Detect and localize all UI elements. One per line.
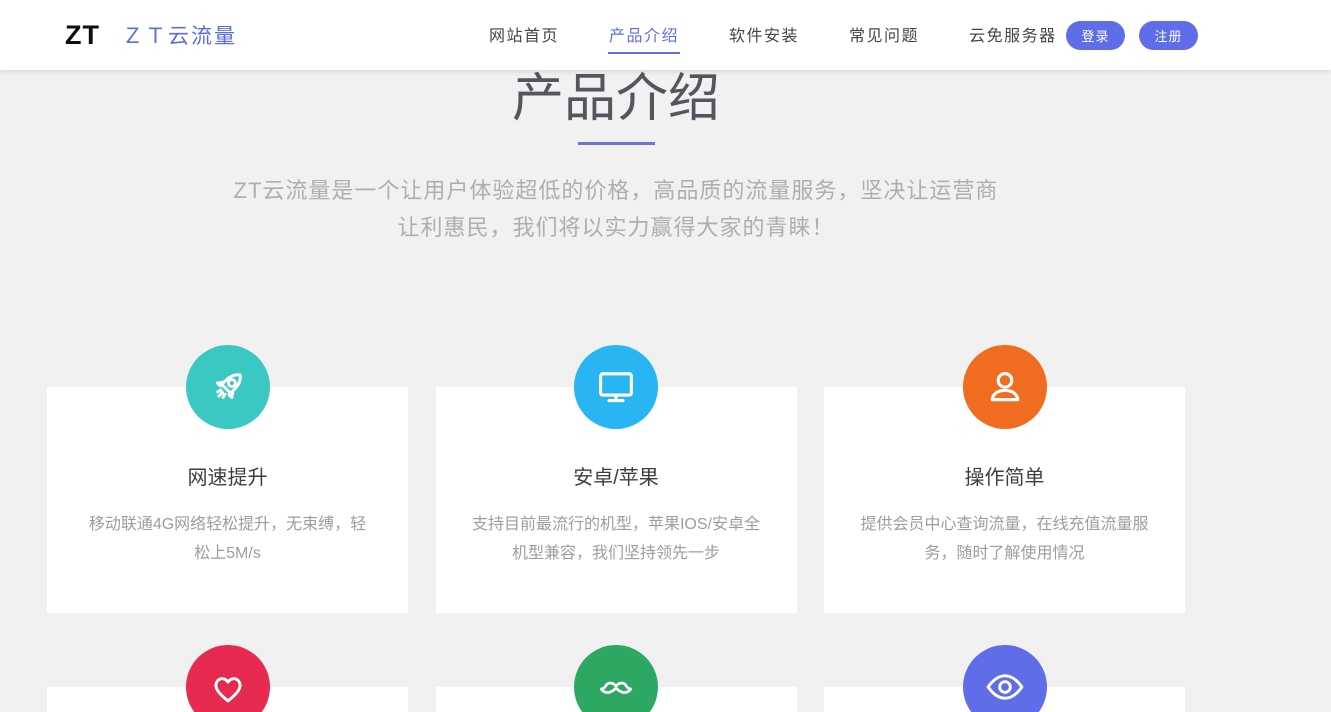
feature-description: 移动联通4G网络轻松提升，无束缚，轻松上5M/s <box>83 510 372 568</box>
feature-card <box>436 687 797 712</box>
feature-card <box>47 687 408 712</box>
user-icon <box>983 365 1027 409</box>
feature-icon-circle <box>963 645 1047 712</box>
nav-link-0[interactable]: 网站首页 <box>488 16 560 54</box>
features-row-2 <box>47 687 1185 712</box>
features-row-1: 网速提升移动联通4G网络轻松提升，无束缚，轻松上5M/s安卓/苹果支持目前最流行… <box>47 387 1185 613</box>
brand-logo: ZT <box>65 20 100 51</box>
hero-description: ZT云流量是一个让用户体验超低的价格，高品质的流量服务，坚决让运营商让利惠民，我… <box>226 172 1006 246</box>
navbar: ZT ＺＴ云流量 网站首页 产品介绍 软件安装 常见问题 云免服务器 登录 注册 <box>0 0 1331 70</box>
feature-icon-circle <box>574 645 658 712</box>
nav-link-3[interactable]: 常见问题 <box>848 16 920 54</box>
title-divider <box>578 142 655 145</box>
feature-card <box>824 687 1185 712</box>
nav-link-4[interactable]: 云免服务器 <box>968 16 1058 54</box>
feature-card: 操作简单提供会员中心查询流量，在线充值流量服务，随时了解使用情况 <box>824 387 1185 613</box>
brand[interactable]: ZT ＺＴ云流量 <box>65 0 237 70</box>
nav-link-2[interactable]: 软件安装 <box>728 16 800 54</box>
feature-icon-circle <box>574 345 658 429</box>
login-button[interactable]: 登录 <box>1066 21 1125 50</box>
page: 产品介绍 ZT云流量是一个让用户体验超低的价格，高品质的流量服务，坚决让运营商让… <box>0 0 1331 712</box>
eye-icon <box>983 665 1027 709</box>
heart-icon <box>206 665 250 709</box>
monitor-icon <box>594 365 638 409</box>
rocket-icon <box>206 365 250 409</box>
register-button[interactable]: 注册 <box>1139 21 1198 50</box>
feature-description: 支持目前最流行的机型，苹果IOS/安卓全机型兼容，我们坚持领先一步 <box>472 510 761 568</box>
feature-icon-circle <box>186 645 270 712</box>
feature-icon-circle <box>963 345 1047 429</box>
nav-actions: 登录 注册 <box>1066 0 1198 70</box>
nav-link-1[interactable]: 产品介绍 <box>608 16 680 54</box>
brand-name: ＺＴ云流量 <box>122 20 237 50</box>
feature-icon-circle <box>186 345 270 429</box>
mustache-icon <box>594 665 638 709</box>
feature-card: 网速提升移动联通4G网络轻松提升，无束缚，轻松上5M/s <box>47 387 408 613</box>
nav-links: 网站首页 产品介绍 软件安装 常见问题 云免服务器 <box>488 0 1058 70</box>
feature-card: 安卓/苹果支持目前最流行的机型，苹果IOS/安卓全机型兼容，我们坚持领先一步 <box>436 387 797 613</box>
feature-description: 提供会员中心查询流量，在线充值流量服务，随时了解使用情况 <box>860 510 1149 568</box>
